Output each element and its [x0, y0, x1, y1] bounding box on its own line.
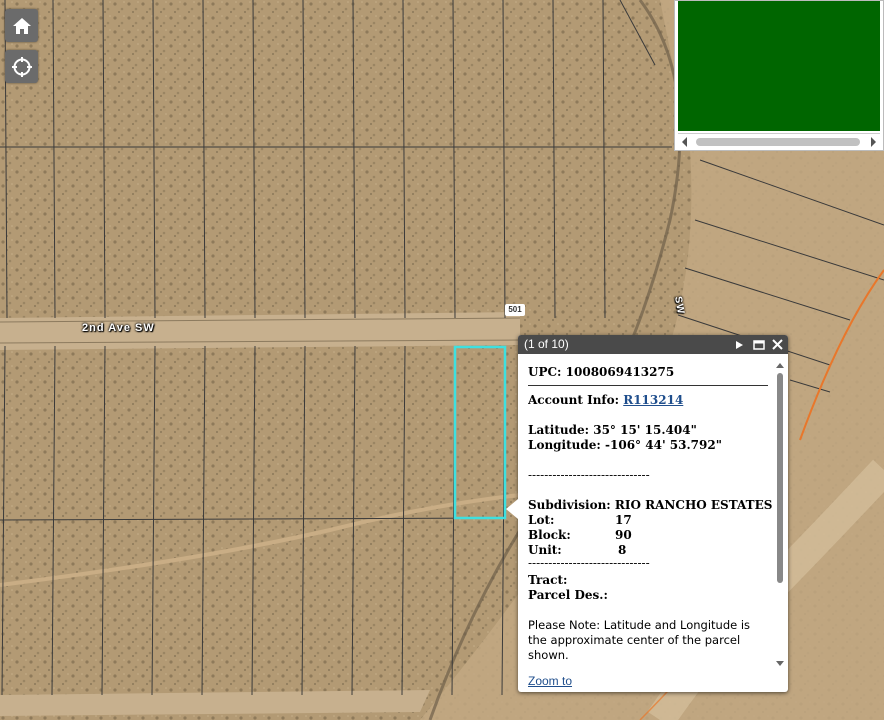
dash-separator: ------------------------------	[528, 468, 650, 482]
scroll-down-arrow-icon[interactable]	[776, 661, 784, 666]
popup-header: (1 of 10)	[518, 335, 788, 354]
block-value: 90	[615, 528, 632, 542]
scroll-up-arrow-icon[interactable]	[776, 363, 784, 368]
unit-value: 8	[618, 543, 627, 557]
overview-map[interactable]	[674, 0, 884, 151]
maximize-button[interactable]	[750, 335, 768, 354]
street-label-2nd-ave: 2nd Ave SW	[82, 322, 155, 334]
latitude-label: Latitude:	[528, 423, 590, 437]
play-next-icon	[736, 340, 743, 349]
account-label: Account Info:	[528, 393, 620, 407]
parcel-info-popup: (1 of 10) UPC: 1008069413275 Account Inf…	[506, 335, 788, 692]
next-feature-button[interactable]	[730, 335, 748, 354]
block-label: Block:	[528, 528, 571, 542]
note-line: shown.	[528, 648, 569, 662]
overview-scrollbar[interactable]	[678, 133, 880, 150]
home-icon	[12, 17, 31, 34]
scroll-thumb[interactable]	[777, 373, 783, 583]
dash-separator: ------------------------------	[528, 556, 650, 570]
locate-icon	[11, 56, 32, 77]
parcel-des-label: Parcel Des.:	[528, 588, 608, 602]
maximize-icon	[753, 339, 765, 350]
popup-content: UPC: 1008069413275 Account Info: R113214…	[528, 362, 776, 667]
zoom-to-link[interactable]: Zoom to	[528, 674, 572, 688]
scroll-right-arrow-icon[interactable]	[871, 137, 876, 147]
latitude-value: 35° 15' 15.404"	[593, 423, 697, 437]
popup-pointer	[506, 499, 518, 519]
subdivision-label: Subdivision:	[528, 498, 611, 512]
tract-label: Tract:	[528, 573, 568, 587]
note-line: Please Note: Latitude and Longitude is	[528, 618, 751, 632]
route-shield: 501	[505, 304, 525, 316]
scroll-thumb[interactable]	[696, 138, 860, 146]
subdivision-value: RIO RANCHO ESTATES	[614, 498, 773, 512]
close-icon	[771, 339, 783, 350]
scroll-left-arrow-icon[interactable]	[682, 137, 687, 147]
unit-label: Unit:	[528, 543, 562, 557]
upc-value: 1008069413275	[565, 365, 675, 379]
lot-label: Lot:	[528, 513, 555, 527]
lot-value: 17	[615, 513, 632, 527]
close-button[interactable]	[768, 335, 786, 354]
divider	[528, 385, 768, 386]
longitude-label: Longitude:	[528, 438, 601, 452]
home-button[interactable]	[5, 9, 38, 42]
popup-scrollbar[interactable]	[775, 363, 785, 666]
popup-counter: (1 of 10)	[524, 337, 569, 351]
account-link[interactable]: R113214	[623, 393, 683, 407]
upc-label: UPC:	[528, 365, 562, 379]
overview-map-canvas[interactable]	[678, 1, 880, 131]
longitude-value: -106° 44' 53.792"	[605, 438, 722, 452]
locate-button[interactable]	[5, 50, 38, 83]
note-line: the approximate center of the parcel	[528, 633, 741, 647]
